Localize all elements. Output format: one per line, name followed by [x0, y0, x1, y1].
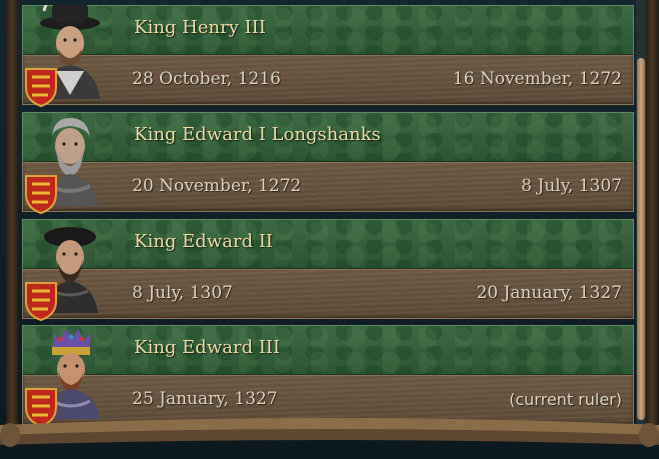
reign-start-date: 20 November, 1272 [132, 176, 302, 196]
reign-end-date: 8 July, 1307 [521, 176, 622, 196]
rulers-panel: King Henry III 28 October, 1216 16 Novem… [0, 0, 659, 459]
ruler-name: King Edward III [134, 337, 281, 358]
ruler-header [22, 5, 634, 56]
england-lions-shield-icon [25, 68, 57, 107]
ruler-header [22, 219, 634, 270]
england-lions-shield-icon [25, 282, 57, 321]
ruler-name: King Edward II [134, 231, 273, 252]
scrollbar-thumb[interactable] [637, 58, 645, 420]
panel-left-border [6, 0, 18, 440]
ruler-header [22, 325, 634, 376]
reign-start-date: 25 January, 1327 [132, 389, 278, 409]
parchment-scroll-bottom [0, 418, 659, 447]
ruler-row[interactable]: King Edward III 25 January, 1327 (curren… [22, 325, 634, 425]
reign-end-status: (current ruler) [509, 390, 622, 409]
panel-right-border [646, 0, 658, 440]
ruler-list[interactable]: King Henry III 28 October, 1216 16 Novem… [22, 0, 634, 425]
ruler-row[interactable]: King Henry III 28 October, 1216 16 Novem… [22, 5, 634, 105]
reign-start-date: 8 July, 1307 [132, 283, 233, 303]
reign-start-date: 28 October, 1216 [132, 69, 281, 89]
reign-end-date: 16 November, 1272 [452, 69, 622, 89]
ruler-name: King Edward I Longshanks [134, 124, 381, 145]
ruler-name: King Henry III [134, 17, 266, 38]
england-lions-shield-icon [25, 175, 57, 214]
ruler-row[interactable]: King Edward II 8 July, 1307 20 January, … [22, 219, 634, 319]
ruler-row[interactable]: King Edward I Longshanks 20 November, 12… [22, 112, 634, 212]
reign-end-date: 20 January, 1327 [476, 283, 622, 303]
